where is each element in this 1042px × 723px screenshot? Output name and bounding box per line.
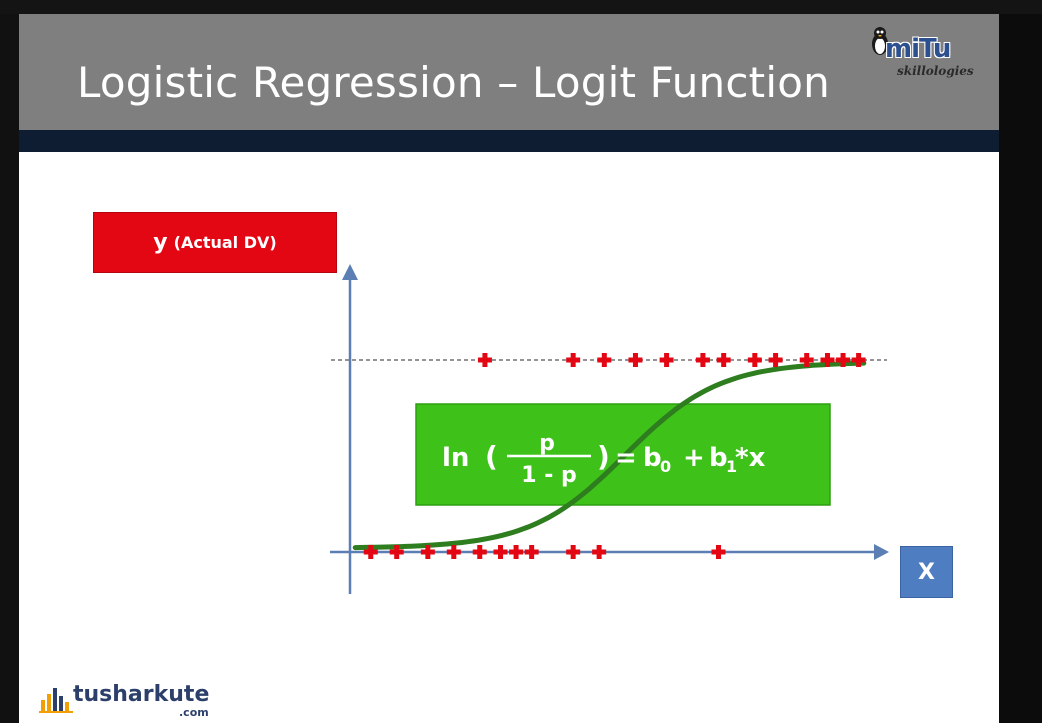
data-point-y1-1	[566, 353, 581, 367]
data-point-y0-9	[592, 545, 607, 559]
data-point-y0-3	[446, 545, 461, 559]
formula-b0: b	[643, 443, 662, 473]
data-point-y0-6	[509, 545, 524, 559]
data-point-y0-10	[711, 545, 726, 559]
data-point-y1-7	[747, 353, 762, 367]
data-point-y1-5	[695, 353, 710, 367]
right-letterbox	[999, 14, 1042, 723]
footer-brand-domain: .com	[179, 706, 209, 719]
data-point-y0-7	[524, 545, 539, 559]
data-point-y1-3	[628, 353, 643, 367]
data-point-y1-6	[716, 353, 731, 367]
data-point-y0-8	[566, 545, 581, 559]
logit-chart: ln ( p 1 - p ) = b 0 + b 1 *x	[330, 264, 889, 594]
tusharkute-logo: tusharkute .com	[39, 682, 239, 722]
x-axis-arrowhead	[874, 544, 889, 560]
data-point-y1-4	[659, 353, 674, 367]
formula-equals: =	[615, 443, 637, 473]
formula-numerator: p	[539, 431, 555, 456]
formula-close-paren: )	[597, 440, 610, 473]
data-point-y0-4	[472, 545, 487, 559]
data-point-y1-0	[477, 353, 492, 367]
data-point-y1-8	[768, 353, 783, 367]
formula-times-x: *x	[735, 443, 766, 473]
slide: Logistic Regression – Logit Function miT…	[19, 14, 999, 723]
y-axis-arrowhead	[342, 264, 358, 280]
data-point-y1-2	[597, 353, 612, 367]
formula-ln: ln	[442, 443, 469, 473]
formula-open-paren: (	[485, 440, 498, 473]
top-strip	[0, 0, 1042, 14]
formula-denominator: 1 - p	[521, 463, 577, 488]
data-point-y0-5	[493, 545, 508, 559]
formula-plus: +	[683, 443, 705, 473]
footer-brand-name: tusharkute	[73, 682, 210, 707]
formula-b1: b	[709, 443, 728, 473]
bar-logo-icon	[39, 688, 73, 713]
formula-sub0: 0	[660, 457, 671, 476]
